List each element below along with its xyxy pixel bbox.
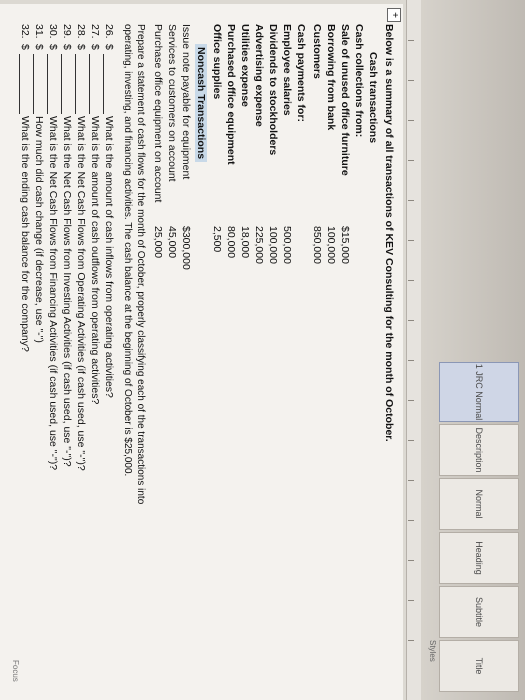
noncash-label: Purchase office equipment on account [152,24,164,203]
question-dollar: $ [47,44,59,50]
collection-label: Customers [311,24,323,79]
question-dollar: $ [103,44,115,50]
document-page[interactable]: + Below is a summary of all transactions… [0,4,403,700]
focus-mode-label[interactable]: Focus [11,660,20,682]
answer-blank[interactable] [33,54,34,114]
answer-blank[interactable] [61,54,62,114]
payment-amount: 100,000 [267,226,279,264]
style-normal[interactable]: Normal [439,478,519,530]
question-number: 29. [61,24,73,39]
question-text: What is the amount of cash inflows from … [103,116,115,398]
question-text: What is the amount of cash outflows from… [89,116,101,405]
collections-heading: Cash collections from: [353,24,365,138]
styles-group-label: Styles [428,640,437,662]
style-jrc-normal[interactable]: 1 JRC Normal [439,362,519,422]
payment-label: Advertising expense [253,24,265,127]
style-title-label: Title [474,657,484,675]
payment-label: Purchased office equipment [225,24,237,165]
style-title[interactable]: Title [439,640,519,692]
noncash-amount: 45,000 [166,226,178,259]
payment-label: Office supplies [211,24,223,100]
question-number: 30. [47,24,59,39]
answer-blank[interactable] [103,54,104,114]
payment-amount: 225,000 [253,226,265,264]
noncash-label: Issue note payable for equipment [180,24,192,180]
question-text: What is the Net Cash Flows from Financin… [47,116,59,471]
noncash-amount: $300,000 [180,226,192,270]
answer-blank[interactable] [19,54,20,114]
table-move-handle-icon[interactable]: + [387,8,401,22]
style-normal-label: Normal [474,489,484,519]
cash-transactions-heading: Cash transactions [367,52,379,144]
question-text: What is the Net Cash Flows from Operatin… [75,116,87,471]
collection-label: Sale of unused office furniture [339,24,351,176]
question-dollar: $ [19,44,31,50]
instructions-line: Prepare a statement of cash flows for th… [135,24,146,505]
collection-amount: 850,000 [311,226,323,264]
question-number: 32. [19,24,31,39]
style-description-label: Description [474,427,484,473]
question-dollar: $ [33,44,45,50]
collection-label: Borrowing from bank [325,24,337,131]
style-subtitle-label: Subtitle [474,596,484,628]
question-number: 27. [89,24,101,39]
style-heading[interactable]: Heading [439,532,519,584]
horizontal-ruler[interactable] [406,0,421,700]
question-number: 28. [75,24,87,39]
question-dollar: $ [75,44,87,50]
payment-amount: 500,000 [281,226,293,264]
payments-heading: Cash payments for: [295,24,307,123]
payment-amount: 80,000 [225,226,237,259]
noncash-label: Services to customers on account [166,24,178,182]
noncash-heading: Noncash Transactions [195,44,207,163]
payment-amount: 18,000 [239,226,251,259]
answer-blank[interactable] [89,54,90,114]
instructions-line: operating, investing, and financing acti… [122,24,133,477]
style-jrc-normal-label: 1 JRC Normal [474,363,484,421]
collection-amount: $15,000 [339,226,351,264]
question-number: 26. [103,24,115,39]
answer-blank[interactable] [75,54,76,114]
payment-label: Utilities expense [239,24,251,107]
answer-blank[interactable] [47,54,48,114]
question-text: How much did cash change (if decrease, u… [33,116,45,343]
payment-label: Dividends to stockholders [267,24,279,156]
styles-ribbon: Title Subtitle Heading Normal Descriptio… [420,0,525,700]
collection-amount: 100,000 [325,226,337,264]
payment-amount: 2,500 [211,226,223,253]
intro-text: Below is a summary of all transactions o… [383,24,395,442]
noncash-amount: 25,000 [152,226,164,259]
question-dollar: $ [89,44,101,50]
question-text: What is the ending cash balance for the … [19,116,31,352]
style-heading-label: Heading [474,541,484,575]
document-window: Title Subtitle Heading Normal Descriptio… [0,0,525,700]
style-subtitle[interactable]: Subtitle [439,586,519,638]
question-dollar: $ [61,44,73,50]
question-text: What is the Net Cash Flows from Investin… [61,116,73,467]
question-number: 31. [33,24,45,39]
style-description[interactable]: Description [439,424,519,476]
payment-label: Employee salaries [281,24,293,116]
